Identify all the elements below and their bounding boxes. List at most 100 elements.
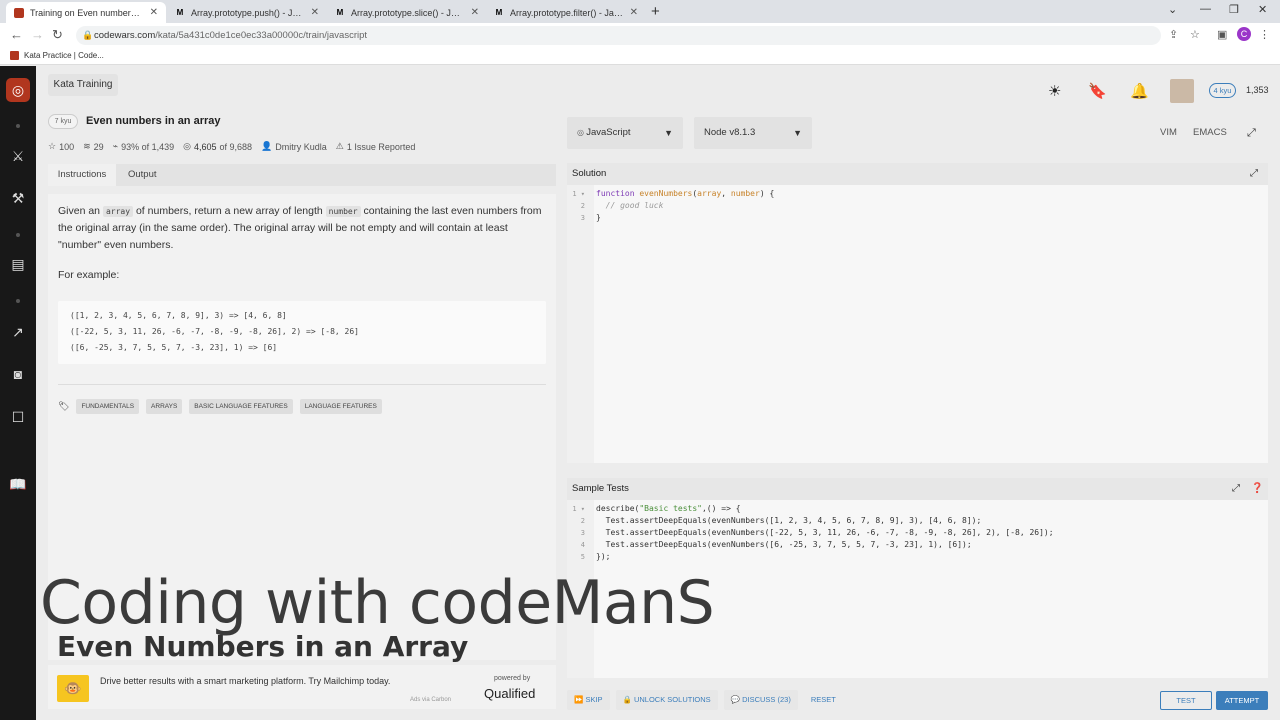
description-paragraph: Given an array of numbers, return a new … xyxy=(58,205,542,251)
tab-instructions[interactable]: Instructions xyxy=(48,164,116,186)
tab-slice[interactable]: M Array.prototype.slice() - JavaScri ✕ xyxy=(327,2,487,23)
expand-icon[interactable]: ⤢ xyxy=(1250,163,1258,185)
ad-via[interactable]: Ads via Carbon xyxy=(410,697,451,703)
version-select[interactable]: Node v8.1.3 ▼ xyxy=(694,117,812,149)
bookmark-star-icon[interactable]: ☆ xyxy=(1190,28,1200,41)
stack-icon: ≋ xyxy=(83,141,91,151)
close-icon[interactable]: ✕ xyxy=(471,7,479,18)
menu-icon[interactable]: ⋮ xyxy=(1259,28,1270,41)
warning-icon: ⚠ xyxy=(335,141,344,151)
codewars-logo-icon[interactable]: ◎ xyxy=(6,78,30,102)
discord-icon[interactable]: ◙ xyxy=(0,366,36,382)
sidepanel-icon[interactable]: ▣ xyxy=(1217,28,1227,41)
tag-fundamentals[interactable]: FUNDAMENTALS xyxy=(76,399,140,414)
docs-book-icon[interactable]: 📖 xyxy=(0,476,36,493)
ad-text[interactable]: Drive better results with a smart market… xyxy=(100,676,390,686)
discuss-button[interactable]: 💬 DISCUSS (23) xyxy=(723,690,798,710)
overlay-title: Coding with codeManS xyxy=(40,568,715,638)
share-icon[interactable]: ⇪ xyxy=(1169,28,1178,41)
expand-icon[interactable]: ⤢ xyxy=(1232,478,1240,500)
examples-code-block: ([1, 2, 3, 4, 5, 6, 7, 8, 9], 3) => [4, … xyxy=(58,301,546,364)
test-button[interactable]: TEST xyxy=(1160,691,1212,710)
tab-filter[interactable]: M Array.prototype.filter() - JavaScri ✕ xyxy=(486,2,646,23)
leaderboard-icon[interactable]: ↗ xyxy=(0,324,36,341)
side-navigation: ◎ ⚔ ⚒ ▤ ↗ ◙ ☐ 📖 xyxy=(0,66,36,720)
carbon-ad[interactable]: 🐵 Drive better results with a smart mark… xyxy=(48,665,556,709)
honor-score: 1,353 xyxy=(1246,85,1269,95)
unlock-solutions-button[interactable]: 🔒 UNLOCK SOLUTIONS xyxy=(615,690,718,710)
bookmarks-bar: Kata Practice | Code... xyxy=(0,48,1280,65)
version-value: Node v8.1.3 xyxy=(704,127,756,138)
powered-by-label: powered by xyxy=(494,675,531,682)
star-icon: ☆ xyxy=(48,141,57,151)
discussion-icon[interactable]: ☐ xyxy=(0,409,36,426)
language-icon: ◎ xyxy=(577,128,587,137)
inline-code: number xyxy=(325,206,361,217)
maximize-icon[interactable]: ❐ xyxy=(1229,3,1239,16)
overlay-subtitle: Even Numbers in an Array xyxy=(57,630,469,663)
tab-output[interactable]: Output xyxy=(128,164,157,186)
window-close-icon[interactable]: ✕ xyxy=(1258,3,1267,16)
close-icon[interactable]: ✕ xyxy=(150,7,158,18)
user-avatar[interactable] xyxy=(1170,79,1194,103)
example-line: ([-22, 5, 3, 11, 26, -6, -7, -8, -9, -8,… xyxy=(70,327,359,336)
solution-header: Solution ⤢ xyxy=(567,163,1268,185)
lock-icon: 🔒 xyxy=(82,30,94,40)
url-host: codewars.com xyxy=(94,30,156,41)
reset-button[interactable]: RESET xyxy=(804,690,843,710)
tab-title: Array.prototype.slice() - JavaScri xyxy=(351,7,465,18)
minimize-icon[interactable]: — xyxy=(1200,3,1211,15)
tab-title: Array.prototype.filter() - JavaScri xyxy=(510,7,624,18)
chat-icon: 💬 xyxy=(730,695,743,704)
completed-stat: ◎ 4,605 of 9,688 xyxy=(183,141,253,152)
practice-icon[interactable]: ⚔ xyxy=(0,148,36,165)
tab-push[interactable]: M Array.prototype.push() - JavaScri ✕ xyxy=(167,2,327,23)
profile-avatar[interactable]: C xyxy=(1237,27,1251,41)
vim-mode-button[interactable]: VIM xyxy=(1160,127,1177,138)
nav-dot xyxy=(16,233,20,237)
mdn-favicon-icon: M xyxy=(495,7,503,17)
fullscreen-icon[interactable]: ⤢ xyxy=(1247,127,1256,140)
attempt-button[interactable]: ATTEMPT xyxy=(1216,691,1268,710)
bookmark-kata-practice[interactable]: Kata Practice | Code... xyxy=(10,51,104,60)
help-icon[interactable]: ❓ xyxy=(1251,478,1263,500)
briefcase-icon[interactable]: ▤ xyxy=(0,256,36,273)
reload-icon[interactable]: ↻ xyxy=(52,27,63,43)
description-tabs: Instructions Output xyxy=(48,164,556,186)
bookmark-icon[interactable]: 🔖 xyxy=(1088,82,1107,100)
issues-stat[interactable]: ⚠ 1 Issue Reported xyxy=(336,141,416,152)
tag-basic-language-features[interactable]: BASIC LANGUAGE FEATURES xyxy=(189,399,293,414)
notifications-bell-icon[interactable]: 🔔 xyxy=(1130,82,1149,100)
close-icon[interactable]: ✕ xyxy=(630,7,638,18)
lock-icon: 🔒 xyxy=(622,695,634,704)
tag-icon: 🏷 xyxy=(58,401,70,411)
qualified-logo[interactable]: Qualified xyxy=(484,686,535,701)
thumb-icon: ⌁ xyxy=(112,141,119,151)
solution-panel: Solution ⤢ 1 ▾ function evenNumbers(array… xyxy=(567,163,1268,463)
emacs-mode-button[interactable]: EMACS xyxy=(1193,127,1227,138)
tests-title: Sample Tests xyxy=(572,483,629,494)
path-icon[interactable]: ⚒ xyxy=(0,190,36,207)
back-icon[interactable]: ← xyxy=(10,27,23,42)
satisfaction-stat: ⌁ 93% of 1,439 xyxy=(112,141,175,152)
theme-sun-icon[interactable]: ☀ xyxy=(1048,82,1061,100)
tests-header: Sample Tests ⤢ ❓ xyxy=(567,478,1268,500)
tab-training[interactable]: Training on Even numbers in an a ✕ xyxy=(6,2,166,23)
author-stat[interactable]: 👤 Dmitry Kudla xyxy=(261,141,327,152)
tag-arrays[interactable]: ARRAYS xyxy=(146,399,183,414)
tag-language-features[interactable]: LANGUAGE FEATURES xyxy=(299,399,382,414)
url-field[interactable]: 🔒 codewars.com/kata/5a431c0de1ce0ec33a00… xyxy=(76,26,1161,45)
tab-title: Array.prototype.push() - JavaScri xyxy=(191,7,305,18)
forward-icon[interactable]: → xyxy=(31,27,44,42)
language-select[interactable]: ◎ JavaScript ▼ xyxy=(567,117,683,149)
bookmark-label: Kata Practice | Code... xyxy=(24,51,104,60)
close-icon[interactable]: ✕ xyxy=(311,7,319,18)
tab-search-icon[interactable]: ⌄ xyxy=(1168,3,1177,16)
codewars-favicon-icon xyxy=(10,51,19,60)
new-tab-icon[interactable]: + xyxy=(651,3,660,20)
nav-dot xyxy=(16,124,20,128)
skip-button[interactable]: ⏩ SKIP xyxy=(567,690,610,710)
chevron-down-icon: ▼ xyxy=(664,128,673,138)
stars-stat[interactable]: ☆ 100 xyxy=(48,141,74,152)
kata-training-label[interactable]: Kata Training xyxy=(48,74,118,96)
